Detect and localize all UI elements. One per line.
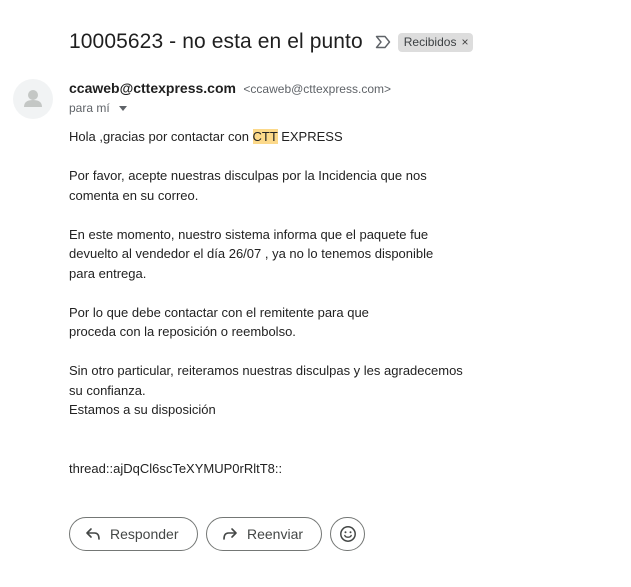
sender-email-address: <ccaweb@cttexpress.com> — [243, 82, 391, 96]
email-subject: 10005623 - no esta en el punto — [69, 30, 363, 53]
sender-name[interactable]: ccaweb@cttexpress.com — [69, 80, 236, 96]
body-line: su confianza. — [69, 382, 146, 398]
body-greeting: Hola ,gracias por contactar con CTT EXPR… — [69, 127, 589, 147]
sender-avatar[interactable] — [13, 79, 53, 119]
reply-button[interactable]: Responder — [69, 517, 198, 551]
forward-button[interactable]: Reenviar — [206, 517, 322, 551]
importance-marker-icon[interactable] — [375, 35, 391, 49]
forward-icon — [221, 525, 239, 543]
highlighted-search-term: CTT — [252, 129, 278, 144]
message-actions: Responder Reenviar — [69, 517, 365, 551]
body-line: comenta en su correo. — [69, 187, 199, 203]
greeting-prefix: Hola ,gracias por contactar con — [69, 129, 253, 144]
body-line: Estamos a su disposición — [69, 402, 216, 417]
inbox-label-text: Recibidos — [403, 34, 457, 49]
greeting-suffix: EXPRESS — [277, 129, 343, 144]
email-body: Hola ,gracias por contactar con CTT EXPR… — [69, 127, 589, 498]
body-paragraph-1: Por favor, acepte nuestras disculpas por… — [69, 166, 589, 205]
body-paragraph-4: Sin otro particular, reiteramos nuestras… — [69, 361, 589, 420]
body-paragraph-3: Por lo que debe contactar con el remiten… — [69, 303, 589, 342]
reply-label: Responder — [110, 526, 179, 542]
body-line: Sin otro particular, reiteramos nuestras… — [69, 363, 463, 378]
reply-icon — [84, 525, 102, 543]
remove-label-icon[interactable]: × — [461, 36, 468, 48]
body-line: En este momento, nuestro sistema informa… — [69, 226, 429, 242]
sender-row: ccaweb@cttexpress.com <ccaweb@cttexpress… — [69, 80, 391, 98]
recipient-summary: para mí — [69, 101, 110, 115]
body-line: Por lo que debe contactar con el remiten… — [69, 304, 369, 320]
body-line: para entrega. — [69, 265, 147, 281]
inbox-label-chip[interactable]: Recibidos × — [397, 32, 474, 52]
thread-id: thread::ajDqCl6scTeXYMUP0rRltT8:: — [69, 460, 283, 476]
person-icon — [24, 90, 42, 107]
body-paragraph-2: En este momento, nuestro sistema informa… — [69, 225, 589, 284]
subject-row: 10005623 - no esta en el punto Recibidos… — [69, 30, 474, 54]
body-line: Por favor, acepte nuestras disculpas por… — [69, 168, 427, 183]
body-line: proceda con la reposición o reembolso. — [69, 324, 296, 339]
forward-label: Reenviar — [247, 526, 304, 542]
recipient-details-toggle[interactable]: para mí — [69, 101, 127, 115]
add-reaction-button[interactable] — [330, 517, 365, 551]
chevron-down-icon[interactable] — [118, 106, 127, 111]
emoji-icon — [339, 525, 357, 543]
body-line: devuelto al vendedor el día 26/07 , ya n… — [69, 246, 434, 261]
